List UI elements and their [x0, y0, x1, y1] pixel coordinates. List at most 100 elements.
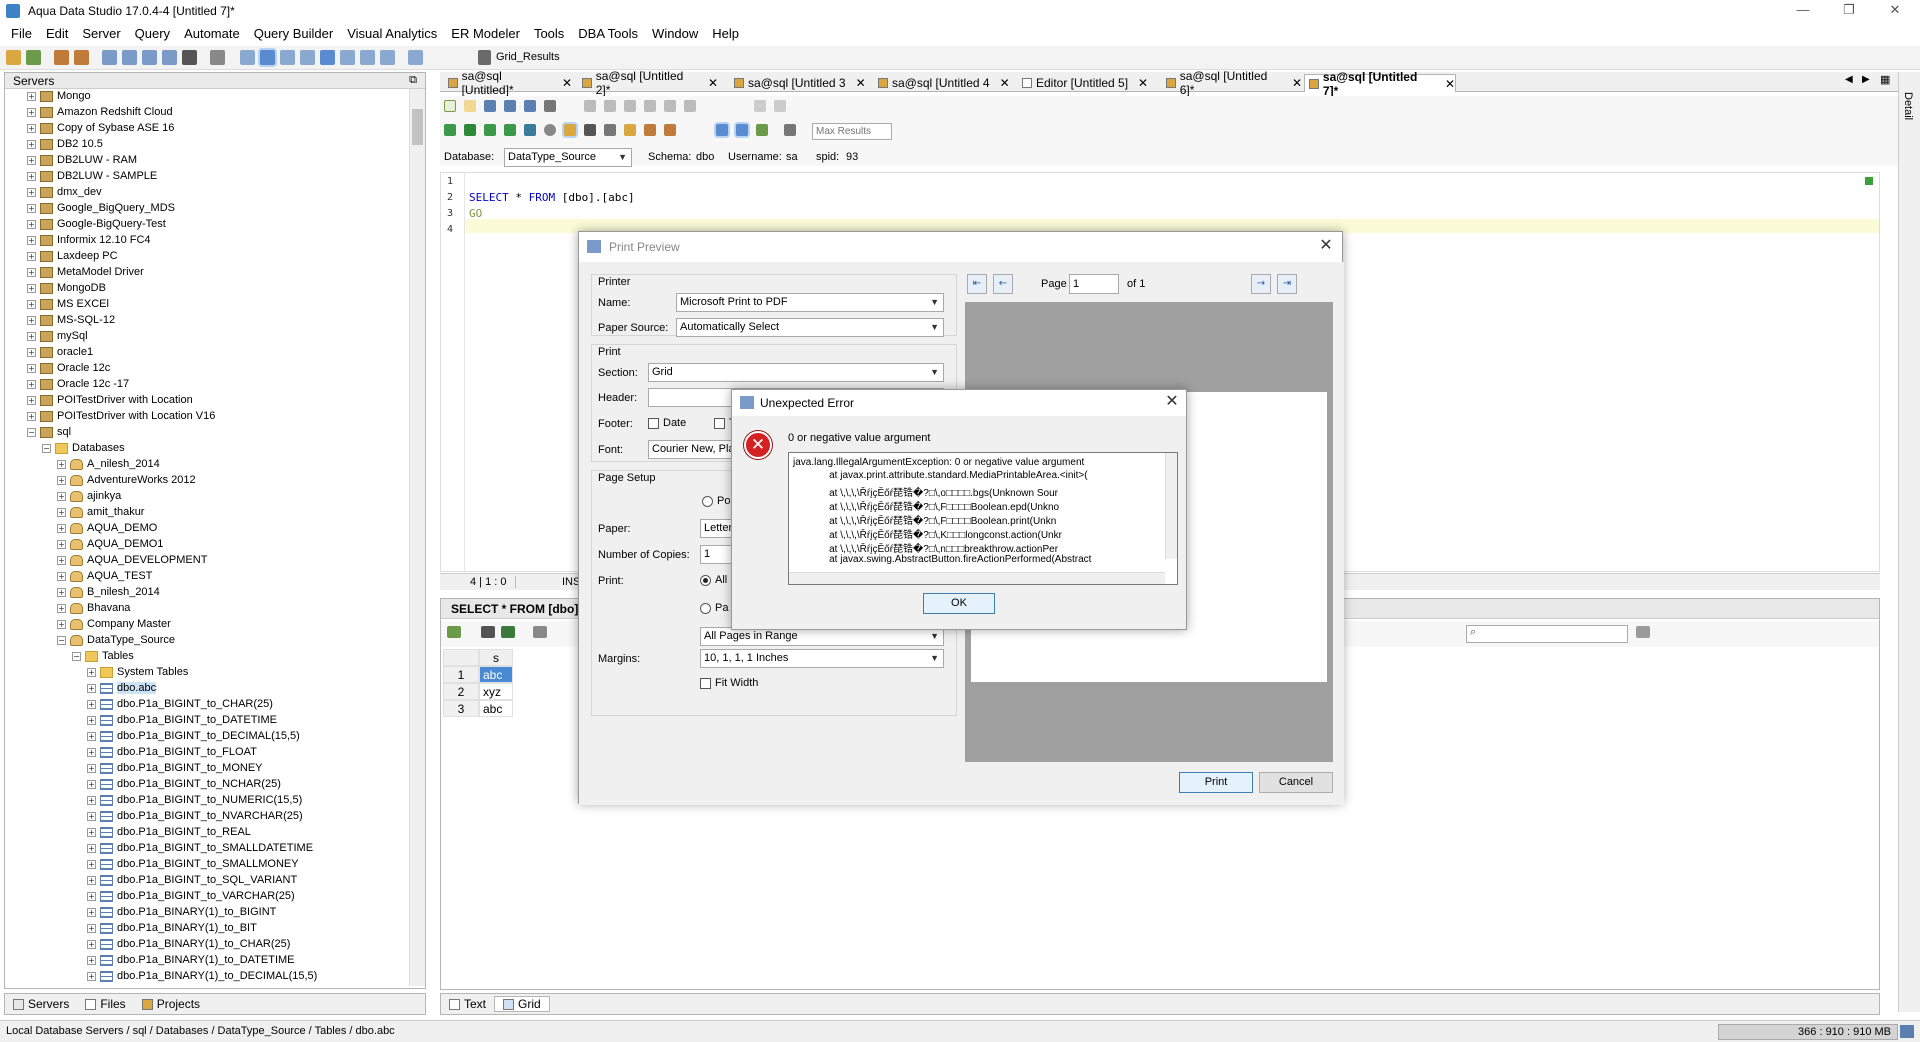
tree-scrollbar-thumb[interactable] — [412, 109, 423, 145]
expand-icon[interactable]: + — [27, 171, 36, 181]
redo-icon[interactable] — [684, 100, 696, 112]
results-search-input[interactable]: ⌕ — [1466, 625, 1628, 643]
compare-icon[interactable] — [162, 50, 177, 65]
new-query-icon[interactable] — [444, 100, 456, 112]
grid-cell[interactable]: abc — [479, 666, 513, 683]
detail-side-panel[interactable]: Detail — [1898, 72, 1920, 1012]
tab-untitled-4[interactable]: sa@sql [Untitled 4 ✕ — [874, 74, 1014, 92]
expand-icon[interactable]: + — [27, 107, 36, 117]
tab-list-icon[interactable]: ▦ — [1880, 73, 1890, 86]
cut-icon[interactable] — [604, 100, 616, 112]
tree-item[interactable]: + Google_BigQuery_MDS — [27, 200, 175, 216]
font-smaller-icon[interactable] — [774, 100, 786, 112]
scroll-tabs-left-icon[interactable]: ◀ — [1845, 74, 1853, 85]
tree-item[interactable]: + dbo.P1a_BIGINT_to_DECIMAL(15,5) — [87, 728, 300, 744]
rollback-icon[interactable] — [604, 124, 616, 136]
execute-statement-icon[interactable] — [444, 124, 456, 136]
tree-item[interactable]: + ajinkya — [57, 488, 121, 504]
explain-icon[interactable] — [504, 124, 516, 136]
expand-icon[interactable]: + — [87, 907, 96, 917]
expand-icon[interactable]: + — [27, 347, 36, 357]
auto-commit-icon[interactable] — [564, 124, 576, 136]
expand-icon[interactable]: + — [27, 235, 36, 245]
new-server-icon[interactable] — [6, 50, 21, 65]
trace-horizontal-scrollbar[interactable] — [789, 572, 1165, 584]
save-as-icon[interactable] — [504, 100, 516, 112]
execute-icon[interactable] — [182, 50, 197, 65]
margins-select[interactable]: 10, 1, 1, 1 Inches ▼ — [700, 649, 944, 668]
tree-item[interactable]: + MetaModel Driver — [27, 264, 144, 280]
options-icon[interactable] — [784, 124, 796, 136]
tree-item[interactable]: + B_nilesh_2014 — [57, 584, 160, 600]
format-icon[interactable] — [624, 124, 636, 136]
stop-icon[interactable] — [544, 124, 556, 136]
menu-window[interactable]: Window — [645, 26, 705, 41]
tree-item[interactable]: − Databases — [42, 440, 125, 456]
menu-dba-tools[interactable]: DBA Tools — [571, 26, 645, 41]
tree-item[interactable]: + MS EXCEl — [27, 296, 109, 312]
tree-item[interactable]: + dbo.abc — [87, 680, 157, 696]
columns-icon[interactable] — [340, 50, 355, 65]
next-page-icon[interactable]: → — [1251, 274, 1271, 294]
tree-item[interactable]: + dbo.P1a_BINARY(1)_to_BIT — [87, 920, 257, 936]
tree-item[interactable]: + AQUA_DEMO — [57, 520, 157, 536]
grid-results-icon[interactable] — [478, 50, 491, 65]
expand-icon[interactable]: + — [87, 731, 96, 741]
grid-cell[interactable]: abc — [479, 700, 513, 717]
expand-icon[interactable]: + — [57, 459, 66, 469]
results-text-icon[interactable] — [736, 124, 748, 136]
tree-item[interactable]: − DataType_Source — [57, 632, 175, 648]
tree-item[interactable]: + dbo.P1a_BIGINT_to_VARCHAR(25) — [87, 888, 295, 904]
query-window-icon[interactable] — [102, 50, 117, 65]
copy-icon[interactable] — [624, 100, 636, 112]
tree-item[interactable]: + dbo.P1a_BINARY(1)_to_BIGINT — [87, 904, 276, 920]
close-tab-icon[interactable]: ✕ — [1445, 77, 1455, 91]
expand-icon[interactable]: + — [57, 523, 66, 533]
expand-icon[interactable]: + — [87, 955, 96, 965]
collapse-icon[interactable]: − — [27, 427, 36, 437]
expand-icon[interactable]: + — [27, 379, 36, 389]
expand-icon[interactable]: + — [57, 475, 66, 485]
expand-icon[interactable]: + — [27, 155, 36, 165]
tree-item[interactable]: + MongoDB — [27, 280, 106, 296]
tree-item[interactable]: + dbo.P1a_BIGINT_to_SMALLDATETIME — [87, 840, 313, 856]
tree-item[interactable]: + dbo.P1a_BINARY(1)_to_CHAR(25) — [87, 936, 290, 952]
expand-icon[interactable]: + — [27, 331, 36, 341]
expand-icon[interactable]: + — [27, 395, 36, 405]
tree-item[interactable]: + dbo.P1a_BIGINT_to_NCHAR(25) — [87, 776, 281, 792]
last-page-icon[interactable]: ⇥ — [1277, 274, 1297, 294]
expand-icon[interactable]: + — [57, 491, 66, 501]
tree-item[interactable]: + dbo.P1a_BIGINT_to_SMALLMONEY — [87, 856, 299, 872]
expand-icon[interactable]: + — [27, 139, 36, 149]
tab-untitled-5[interactable]: Editor [Untitled 5] ✕ — [1018, 74, 1158, 92]
close-tab-icon[interactable]: ✕ — [1138, 76, 1148, 90]
register-icon[interactable] — [54, 50, 69, 65]
expand-icon[interactable]: + — [87, 875, 96, 885]
print-all-radio[interactable]: All — [700, 574, 727, 586]
expand-icon[interactable]: + — [57, 507, 66, 517]
collapse-icon[interactable]: − — [42, 443, 51, 453]
expand-icon[interactable]: + — [57, 603, 66, 613]
menu-help[interactable]: Help — [705, 26, 746, 41]
close-icon[interactable]: ✕ — [1162, 394, 1182, 412]
trace-vertical-scrollbar[interactable] — [1165, 453, 1177, 559]
tree-item[interactable]: + mySql — [27, 328, 88, 344]
tree-item[interactable]: + System Tables — [87, 664, 188, 680]
close-tab-icon[interactable]: ✕ — [708, 76, 718, 90]
tree-item[interactable]: + DB2 10.5 — [27, 136, 103, 152]
find-icon[interactable] — [584, 100, 596, 112]
grid-layout-icon[interactable] — [260, 50, 275, 65]
pivot-icon[interactable] — [533, 626, 547, 638]
restore-icon[interactable]: ❐ — [1826, 0, 1872, 22]
tab-untitled-7[interactable]: sa@sql [Untitled 7]* ✕ — [1304, 70, 1456, 98]
expand-icon[interactable]: + — [27, 91, 36, 101]
rows-icon[interactable] — [360, 50, 375, 65]
tree-item[interactable]: + dbo.P1a_BIGINT_to_REAL — [87, 824, 251, 840]
expand-icon[interactable]: + — [87, 843, 96, 853]
tree-item[interactable]: + POITestDriver with Location V16 — [27, 408, 215, 424]
close-tab-icon[interactable]: ✕ — [562, 76, 572, 90]
menu-edit[interactable]: Edit — [39, 26, 75, 41]
tree-item[interactable]: + MS-SQL-12 — [27, 312, 115, 328]
close-icon[interactable]: ✕ — [1316, 238, 1336, 256]
chart-icon[interactable] — [447, 626, 461, 638]
